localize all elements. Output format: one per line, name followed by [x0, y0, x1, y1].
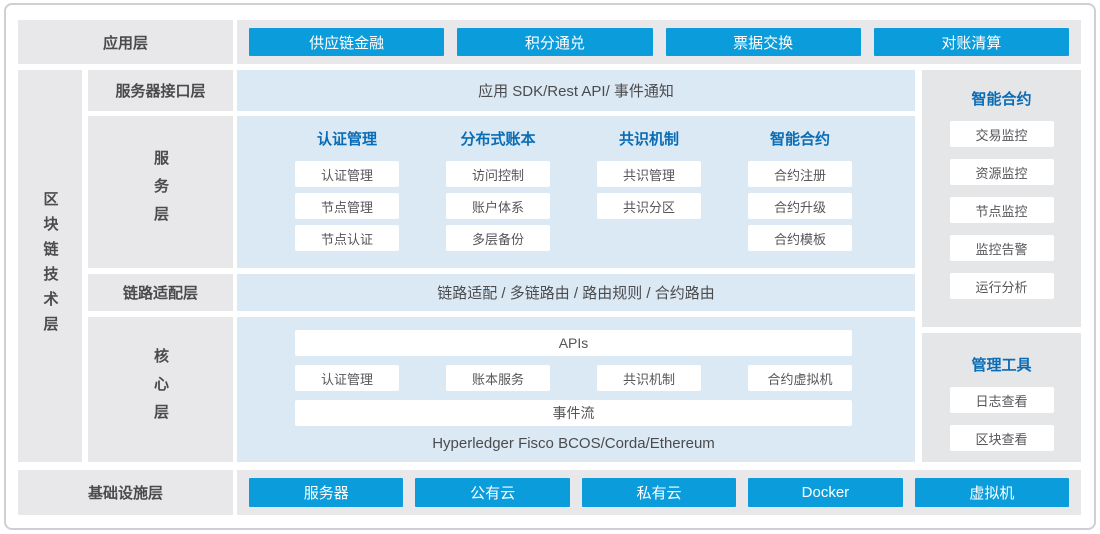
service-layer-label-box: 服务层: [88, 116, 233, 268]
monitor-item: 监控告警: [950, 235, 1054, 261]
infra-item-server: 服务器: [249, 478, 403, 507]
service-column-ledger: 分布式账本 访问控制 账户体系 多层备份: [446, 130, 550, 257]
service-column-title: 共识机制: [619, 130, 679, 150]
blockchain-architecture-diagram: 应用层 供应链金融 积分通兑 票据交换 对账清算 区块链技术层 服务器接口层 服…: [0, 0, 1100, 534]
sdk-api-bar: 应用 SDK/Rest API/ 事件通知: [237, 70, 915, 111]
service-layer-label: 服务层: [150, 150, 171, 234]
infra-item-public-cloud: 公有云: [415, 478, 569, 507]
service-item: 共识管理: [597, 161, 701, 187]
infrastructure-layer-label: 基础设施层: [18, 470, 233, 515]
app-item-points-exchange: 积分通兑: [457, 28, 652, 56]
core-layer-panel: APIs 认证管理 账本服务 共识机制 合约虚拟机 事件流 Hyperledge…: [237, 317, 915, 462]
service-item: 节点管理: [295, 193, 399, 219]
service-column-title: 认证管理: [317, 130, 377, 150]
service-item: 多层备份: [446, 225, 550, 251]
monitor-panel-title: 智能合约: [971, 88, 1031, 109]
service-item: 合约注册: [748, 161, 852, 187]
core-layer-label-box: 核心层: [88, 317, 233, 462]
link-adapter-bar: 链路适配 / 多链路由 / 路由规则 / 合约路由: [237, 274, 915, 311]
adapter-layer-label: 链路适配层: [88, 274, 233, 311]
apis-bar: APIs: [295, 330, 852, 356]
app-item-supply-chain-finance: 供应链金融: [249, 28, 444, 56]
infra-item-private-cloud: 私有云: [582, 478, 736, 507]
service-column-consensus: 共识机制 共识管理 共识分区: [597, 130, 701, 257]
app-item-bill-exchange: 票据交换: [666, 28, 861, 56]
service-item: 合约模板: [748, 225, 852, 251]
tools-item: 区块查看: [950, 425, 1054, 451]
infra-item-vm: 虚拟机: [915, 478, 1069, 507]
app-item-reconciliation: 对账清算: [874, 28, 1069, 56]
service-item: 访问控制: [446, 161, 550, 187]
core-layer-label: 核心层: [150, 348, 171, 432]
event-stream-bar: 事件流: [295, 400, 852, 426]
infra-item-docker: Docker: [748, 478, 902, 507]
service-column-auth: 认证管理 认证管理 节点管理 节点认证: [295, 130, 399, 257]
blockchain-tech-layer-rail: 区块链技术层: [18, 70, 82, 462]
service-item: 节点认证: [295, 225, 399, 251]
infrastructure-layer-strip: 服务器 公有云 私有云 Docker 虚拟机: [237, 470, 1081, 515]
application-layer-label: 应用层: [18, 20, 233, 64]
service-item: 认证管理: [295, 161, 399, 187]
service-item: 共识分区: [597, 193, 701, 219]
service-column-title: 智能合约: [770, 130, 830, 150]
monitor-item: 交易监控: [950, 121, 1054, 147]
service-column-title: 分布式账本: [460, 130, 535, 150]
core-item: 认证管理: [295, 365, 399, 391]
tools-panel-title: 管理工具: [971, 354, 1031, 375]
monitor-item: 节点监控: [950, 197, 1054, 223]
core-item: 账本服务: [446, 365, 550, 391]
smart-contract-monitor-panel: 智能合约 交易监控 资源监控 节点监控 监控告警 运行分析: [922, 70, 1081, 327]
monitor-item: 资源监控: [950, 159, 1054, 185]
monitor-item: 运行分析: [950, 273, 1054, 299]
application-layer-strip: 供应链金融 积分通兑 票据交换 对账清算: [237, 20, 1081, 64]
service-item: 账户体系: [446, 193, 550, 219]
service-column-contract: 智能合约 合约注册 合约升级 合约模板: [748, 130, 852, 257]
interface-layer-label: 服务器接口层: [88, 70, 233, 111]
core-item: 共识机制: [597, 365, 701, 391]
tools-item: 日志查看: [950, 387, 1054, 413]
service-item: 合约升级: [748, 193, 852, 219]
management-tools-panel: 管理工具 日志查看 区块查看: [922, 333, 1081, 462]
blockchain-tech-layer-label: 区块链技术层: [40, 191, 61, 341]
service-layer-panel: 认证管理 认证管理 节点管理 节点认证 分布式账本 访问控制 账户体系 多层备份…: [237, 116, 915, 268]
core-item: 合约虚拟机: [748, 365, 852, 391]
core-platforms-caption: Hyperledger Fisco BCOS/Corda/Ethereum: [295, 435, 852, 452]
